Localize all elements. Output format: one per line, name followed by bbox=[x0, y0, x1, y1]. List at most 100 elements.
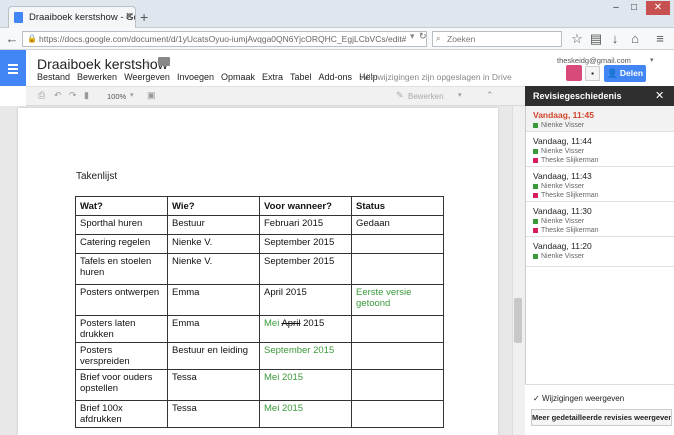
close-panel-icon[interactable]: ✕ bbox=[655, 89, 664, 102]
revision-author: Theske Slijkerman bbox=[533, 227, 667, 234]
browser-tab[interactable]: Draaiboek kerstshow - Goo... ✕ bbox=[8, 6, 136, 28]
close-tab-icon[interactable]: ✕ bbox=[125, 10, 134, 23]
document-heading[interactable]: Takenlijst bbox=[76, 171, 117, 182]
edit-mode-chevron-icon[interactable]: ▾ bbox=[458, 91, 462, 99]
undo-icon[interactable]: ↶ bbox=[54, 90, 62, 101]
scrollbar-thumb[interactable] bbox=[514, 298, 522, 343]
revision-item[interactable]: Vandaag, 11:20 Nienke Visser bbox=[526, 237, 674, 267]
table-cell[interactable]: Posters ontwerpen bbox=[75, 284, 168, 316]
search-icon: ⌕ bbox=[436, 34, 441, 43]
close-window-icon[interactable]: ✕ bbox=[646, 1, 670, 15]
revision-author: Nienke Visser bbox=[533, 148, 667, 155]
print-icon[interactable]: ⎙ bbox=[38, 90, 45, 101]
table-cell[interactable]: Tafels en stoelen huren bbox=[75, 253, 168, 285]
menu-item[interactable]: Invoegen bbox=[177, 72, 214, 82]
author-name: Theske Slijkerman bbox=[541, 157, 599, 164]
table-cell[interactable]: April 2015 bbox=[259, 284, 352, 316]
table-cell[interactable] bbox=[351, 315, 444, 343]
revision-item[interactable]: Vandaag, 11:45 Nienke Visser bbox=[526, 106, 674, 132]
table-cell[interactable] bbox=[351, 253, 444, 285]
table-header-row: Wat? Wie? Voor wanneer? Status bbox=[75, 196, 444, 216]
menu-item[interactable]: Bestand bbox=[37, 72, 70, 82]
comment-toolbar-icon[interactable]: ▣ bbox=[147, 90, 156, 101]
dropdown-icon[interactable]: ▾ bbox=[410, 31, 415, 42]
revision-item[interactable]: Vandaag, 11:44 Nienke Visser Theske Slijke… bbox=[526, 132, 674, 167]
table-row: Catering regelen Nienke V. September 201… bbox=[75, 234, 444, 254]
header-cell[interactable]: Wat? bbox=[75, 196, 168, 216]
header-cell[interactable]: Wie? bbox=[167, 196, 260, 216]
table-cell-suggestion[interactable]: Eerste versie getoond bbox=[351, 284, 444, 316]
share-button[interactable]: 👤 Delen bbox=[604, 65, 646, 82]
account-chevron-icon[interactable]: ▾ bbox=[650, 56, 654, 64]
table-cell[interactable]: Posters laten drukken bbox=[75, 315, 168, 343]
menu-item[interactable]: Add-ons bbox=[319, 72, 353, 82]
table-cell[interactable]: Gedaan bbox=[351, 215, 444, 235]
bookmark-star-icon[interactable]: ☆ bbox=[568, 30, 586, 48]
table-cell[interactable]: Februari 2015 bbox=[259, 215, 352, 235]
task-table[interactable]: Wat? Wie? Voor wanneer? Status Sporthal … bbox=[75, 196, 444, 428]
home-icon[interactable]: ⌂ bbox=[626, 30, 644, 48]
table-cell[interactable]: Brief voor ouders opstellen bbox=[75, 369, 168, 401]
paint-format-icon[interactable]: ▮ bbox=[84, 90, 89, 101]
revision-item[interactable]: Vandaag, 11:43 Nienke Visser Theske Slijke… bbox=[526, 167, 674, 202]
table-cell[interactable] bbox=[351, 369, 444, 401]
table-cell[interactable]: Catering regelen bbox=[75, 234, 168, 254]
table-cell[interactable]: September 2015 bbox=[259, 234, 352, 254]
table-cell[interactable]: Emma bbox=[167, 284, 260, 316]
table-cell[interactable]: Sporthal huren bbox=[75, 215, 168, 235]
table-cell-suggestion[interactable]: September 2015 bbox=[259, 342, 352, 370]
table-cell[interactable]: September 2015 bbox=[259, 253, 352, 285]
table-cell[interactable]: Bestuur en leiding bbox=[167, 342, 260, 370]
reading-list-icon[interactable]: ▤ bbox=[587, 30, 605, 48]
edit-mode-select[interactable]: Bewerken bbox=[408, 92, 444, 101]
save-status[interactable]: Alle wijzigingen zijn opgeslagen in Driv… bbox=[361, 72, 512, 82]
maximize-icon[interactable]: □ bbox=[626, 1, 642, 15]
url-bar[interactable]: 🔒 https://docs.google.com/document/d/1yU… bbox=[22, 31, 427, 47]
search-input[interactable]: ⌕ Zoeken bbox=[432, 31, 562, 47]
docs-logo-icon[interactable] bbox=[0, 50, 26, 86]
menu-item[interactable]: Weergeven bbox=[124, 72, 170, 82]
header-cell[interactable]: Status bbox=[351, 196, 444, 216]
menu-item[interactable]: Bewerken bbox=[77, 72, 117, 82]
new-tab-icon[interactable]: + bbox=[140, 9, 148, 25]
table-cell-suggestion[interactable]: Mei 2015 bbox=[259, 400, 352, 428]
table-cell[interactable]: Nienke V. bbox=[167, 234, 260, 254]
table-cell-revised-date[interactable]: Mei April 2015 bbox=[259, 315, 352, 343]
table-cell[interactable]: Brief 100x afdrukken bbox=[75, 400, 168, 428]
detailed-revisions-button[interactable]: Meer gedetailleerde revisies weergeven bbox=[531, 409, 672, 426]
redo-icon[interactable]: ↷ bbox=[69, 90, 77, 101]
table-cell[interactable]: Posters verspreiden bbox=[75, 342, 168, 370]
menu-icon[interactable]: ≡ bbox=[651, 30, 669, 48]
minimize-icon[interactable]: – bbox=[608, 1, 624, 15]
comments-icon[interactable]: ▪ bbox=[585, 66, 600, 81]
table-cell[interactable]: Nienke V. bbox=[167, 253, 260, 285]
table-cell[interactable]: Tessa bbox=[167, 400, 260, 428]
folder-icon[interactable] bbox=[158, 57, 170, 66]
table-cell[interactable] bbox=[351, 234, 444, 254]
document-scrollbar[interactable] bbox=[512, 106, 525, 435]
star-icon[interactable]: ☆ bbox=[143, 57, 153, 70]
download-icon[interactable]: ↓ bbox=[606, 30, 624, 48]
table-cell[interactable]: Bestuur bbox=[167, 215, 260, 235]
menu-item[interactable]: Tabel bbox=[290, 72, 312, 82]
show-changes-checkbox[interactable]: ✓ Wijzigingen weergeven bbox=[533, 394, 624, 403]
header-cell[interactable]: Voor wanneer? bbox=[259, 196, 352, 216]
table-cell-suggestion[interactable]: Mei 2015 bbox=[259, 369, 352, 401]
table-cell[interactable]: Emma bbox=[167, 315, 260, 343]
menu-item[interactable]: Extra bbox=[262, 72, 283, 82]
user-email[interactable]: theskeidg@gmail.com bbox=[557, 56, 631, 65]
zoom-select[interactable]: 100% bbox=[107, 92, 126, 101]
back-icon[interactable]: ← bbox=[3, 30, 21, 48]
revision-item[interactable]: Vandaag, 11:30 Nienke Visser Theske Slijke… bbox=[526, 202, 674, 237]
author-name: Nienke Visser bbox=[541, 218, 585, 225]
author-color-swatch bbox=[533, 254, 538, 259]
table-cell[interactable]: Tessa bbox=[167, 369, 260, 401]
zoom-chevron-icon[interactable]: ▾ bbox=[130, 91, 134, 99]
reload-icon[interactable]: ↻ bbox=[419, 31, 427, 42]
menu-item[interactable]: Opmaak bbox=[221, 72, 255, 82]
collapse-icon[interactable]: ⌃ bbox=[486, 90, 494, 101]
table-cell[interactable] bbox=[351, 400, 444, 428]
table-cell[interactable] bbox=[351, 342, 444, 370]
avatar[interactable] bbox=[566, 65, 582, 81]
table-row: Brief 100x afdrukken Tessa Mei 2015 bbox=[75, 400, 444, 428]
